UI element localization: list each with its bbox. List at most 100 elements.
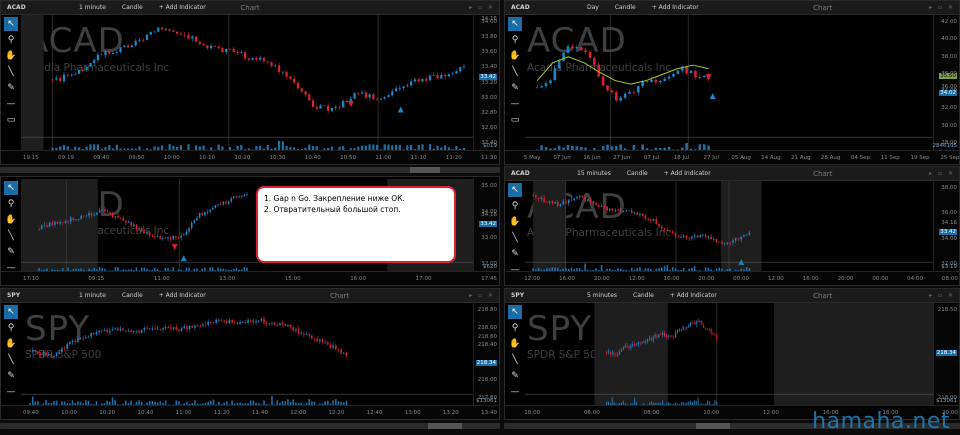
hand-icon[interactable]: ✋ [4, 49, 18, 63]
candle-body [308, 94, 311, 101]
rect-icon[interactable]: ▭ [508, 113, 522, 127]
price-axis[interactable]: 218.50 218.00 218.34 $13061 [933, 303, 959, 405]
zoom-icon[interactable]: ⚲ [508, 199, 522, 213]
line-icon[interactable]: ╲ [508, 65, 522, 79]
hand-icon[interactable]: ✋ [508, 215, 522, 229]
candle-body [701, 320, 703, 326]
interval-selector[interactable]: 5 minutes [587, 292, 617, 299]
line-icon[interactable]: ╲ [508, 353, 522, 367]
pointer-icon[interactable]: ↖ [508, 17, 522, 31]
zoom-icon[interactable]: ⚲ [4, 197, 18, 211]
window-controls[interactable]: ▸ ▫ ✕ [929, 4, 955, 11]
add-indicator-button[interactable]: + Add Indicator [670, 292, 717, 299]
pointer-icon[interactable]: ↖ [4, 305, 18, 319]
candle-body [177, 237, 180, 239]
zoom-icon[interactable]: ⚲ [508, 321, 522, 335]
candle-body [654, 335, 656, 337]
time-axis[interactable]: 19:15 09:19 09:40 09:50 10:00 10:10 10:20 10:30… [1, 150, 499, 164]
window-controls[interactable]: ▸ ▫ ✕ [929, 170, 955, 177]
rect-icon[interactable]: ▭ [4, 113, 18, 127]
time-axis[interactable]: 5 May 07 Jun 16 Jun 27 Jun 07 Jul 18 Jul 27 Ju… [505, 150, 959, 164]
hline-icon[interactable]: — [4, 385, 18, 399]
time-axis[interactable]: 09:40 10:00 10:20 10:40 11:00 11:20 11:40 12:00… [1, 405, 499, 419]
interval-selector[interactable]: 15 minutes [577, 170, 611, 177]
time-axis[interactable]: 12:00 16:00 20:00 12:00 16:00 20:00 00:00 12:00… [505, 271, 959, 285]
time-tick-label: 20:00 [698, 276, 715, 282]
price-plot[interactable] [21, 303, 473, 405]
hand-icon[interactable]: ✋ [4, 337, 18, 351]
hline-icon[interactable]: — [508, 385, 522, 399]
price-axis[interactable]: 34.00 33.80 33.60 33.40 33.20 33.00 32.80 32.60… [473, 15, 499, 150]
symbol-selector[interactable]: ACAD [505, 170, 545, 177]
pencil-icon[interactable]: ✎ [4, 369, 18, 383]
pointer-icon[interactable]: ↖ [508, 183, 522, 197]
interval-selector[interactable]: Day [587, 4, 599, 11]
price-plot[interactable] [21, 15, 473, 150]
add-indicator-button[interactable]: + Add Indicator [159, 4, 206, 11]
candle-body [148, 232, 151, 236]
add-indicator-button[interactable]: + Add Indicator [664, 170, 711, 177]
candle-body [718, 241, 721, 243]
line-icon[interactable]: ╲ [4, 229, 18, 243]
hand-icon[interactable]: ✋ [4, 213, 18, 227]
time-axis[interactable]: 17:10 09:15 11:00 13:00 15:00 16:00 17:00 17:45 [1, 271, 499, 285]
interval-selector[interactable]: 1 minute [79, 292, 106, 299]
interval-selector[interactable]: 1 minute [79, 4, 106, 11]
hand-icon[interactable]: ✋ [508, 337, 522, 351]
add-indicator-button[interactable]: + Add Indicator [652, 4, 699, 11]
window-controls[interactable]: ▸ ▫ ✕ [929, 292, 955, 299]
pointer-icon[interactable]: ↖ [4, 17, 18, 31]
horizontal-scrollbar[interactable] [0, 167, 500, 173]
hline-icon[interactable]: — [4, 97, 18, 111]
price-plot[interactable] [525, 303, 933, 405]
pencil-icon[interactable]: ✎ [508, 369, 522, 383]
window-controls[interactable]: ▸ ▫ ✕ [469, 4, 495, 11]
line-icon[interactable]: ╲ [508, 231, 522, 245]
price-axis[interactable]: 35.00 34.00 33.00 32.00 34.16 33.42 $620 [473, 179, 499, 271]
price-axis[interactable]: 42.0040.0038.0036.0034.0032.0030.0028.00… [933, 15, 959, 150]
pointer-icon[interactable]: ↖ [508, 305, 522, 319]
pencil-icon[interactable]: ✎ [4, 81, 18, 95]
candle-body [227, 201, 230, 204]
price-plot[interactable] [525, 15, 933, 150]
chart-panel-acad-day[interactable]: ACAD Day Candle + Add Indicator Chart ▸ … [504, 0, 960, 165]
chart-style-selector[interactable]: Candle [633, 292, 654, 299]
hand-icon[interactable]: ✋ [508, 49, 522, 63]
candle-body [548, 201, 551, 203]
pencil-icon[interactable]: ✎ [4, 245, 18, 259]
chart-style-selector[interactable]: Candle [122, 292, 143, 299]
window-controls[interactable]: ▸ ▫ ✕ [469, 292, 495, 299]
chart-style-selector[interactable]: Candle [615, 4, 636, 11]
zoom-icon[interactable]: ⚲ [508, 33, 522, 47]
chart-panel-spy-5min[interactable]: SPY 5 minutes Candle + Add Indicator Cha… [504, 288, 960, 420]
zoom-icon[interactable]: ⚲ [4, 321, 18, 335]
symbol-selector[interactable]: SPY [1, 292, 41, 299]
chart-panel-acad-1min[interactable]: ACAD 1 minute Candle + Add Indicator Cha… [0, 0, 500, 165]
line-icon[interactable]: ╲ [4, 353, 18, 367]
chart-panel-spy-1min[interactable]: SPY 1 minute Candle + Add Indicator Char… [0, 288, 500, 420]
horizontal-scrollbar[interactable] [0, 423, 500, 429]
candle-body [204, 324, 207, 326]
candle-body [721, 242, 723, 245]
price-axis[interactable]: 218.80218.60218.40218.20218.00217.80218.… [473, 303, 499, 405]
symbol-selector[interactable]: ACAD [1, 4, 41, 11]
line-icon[interactable]: ╲ [4, 65, 18, 79]
zoom-icon[interactable]: ⚲ [4, 33, 18, 47]
symbol-selector[interactable]: ACAD [505, 4, 545, 11]
pencil-icon[interactable]: ✎ [508, 81, 522, 95]
add-indicator-button[interactable]: + Add Indicator [159, 292, 206, 299]
pointer-icon[interactable]: ↖ [4, 181, 18, 195]
price-tick-label: 33.00 [481, 235, 497, 241]
hline-icon[interactable]: — [508, 97, 522, 111]
chart-style-selector[interactable]: Candle [627, 170, 648, 177]
chart-panel-acad-15min[interactable]: ACAD 15 minutes Candle + Add Indicator C… [504, 166, 960, 286]
sell-marker [347, 101, 354, 108]
candle-body [70, 74, 73, 76]
price-plot[interactable] [525, 181, 933, 271]
pencil-icon[interactable]: ✎ [508, 247, 522, 261]
candle-body [176, 31, 179, 34]
price-axis[interactable]: 38.00 36.00 34.00 32.00 34.16 33.42 $3.19 [933, 181, 959, 271]
symbol-selector[interactable]: SPY [505, 292, 545, 299]
candle-body [175, 327, 178, 330]
chart-style-selector[interactable]: Candle [122, 4, 143, 11]
